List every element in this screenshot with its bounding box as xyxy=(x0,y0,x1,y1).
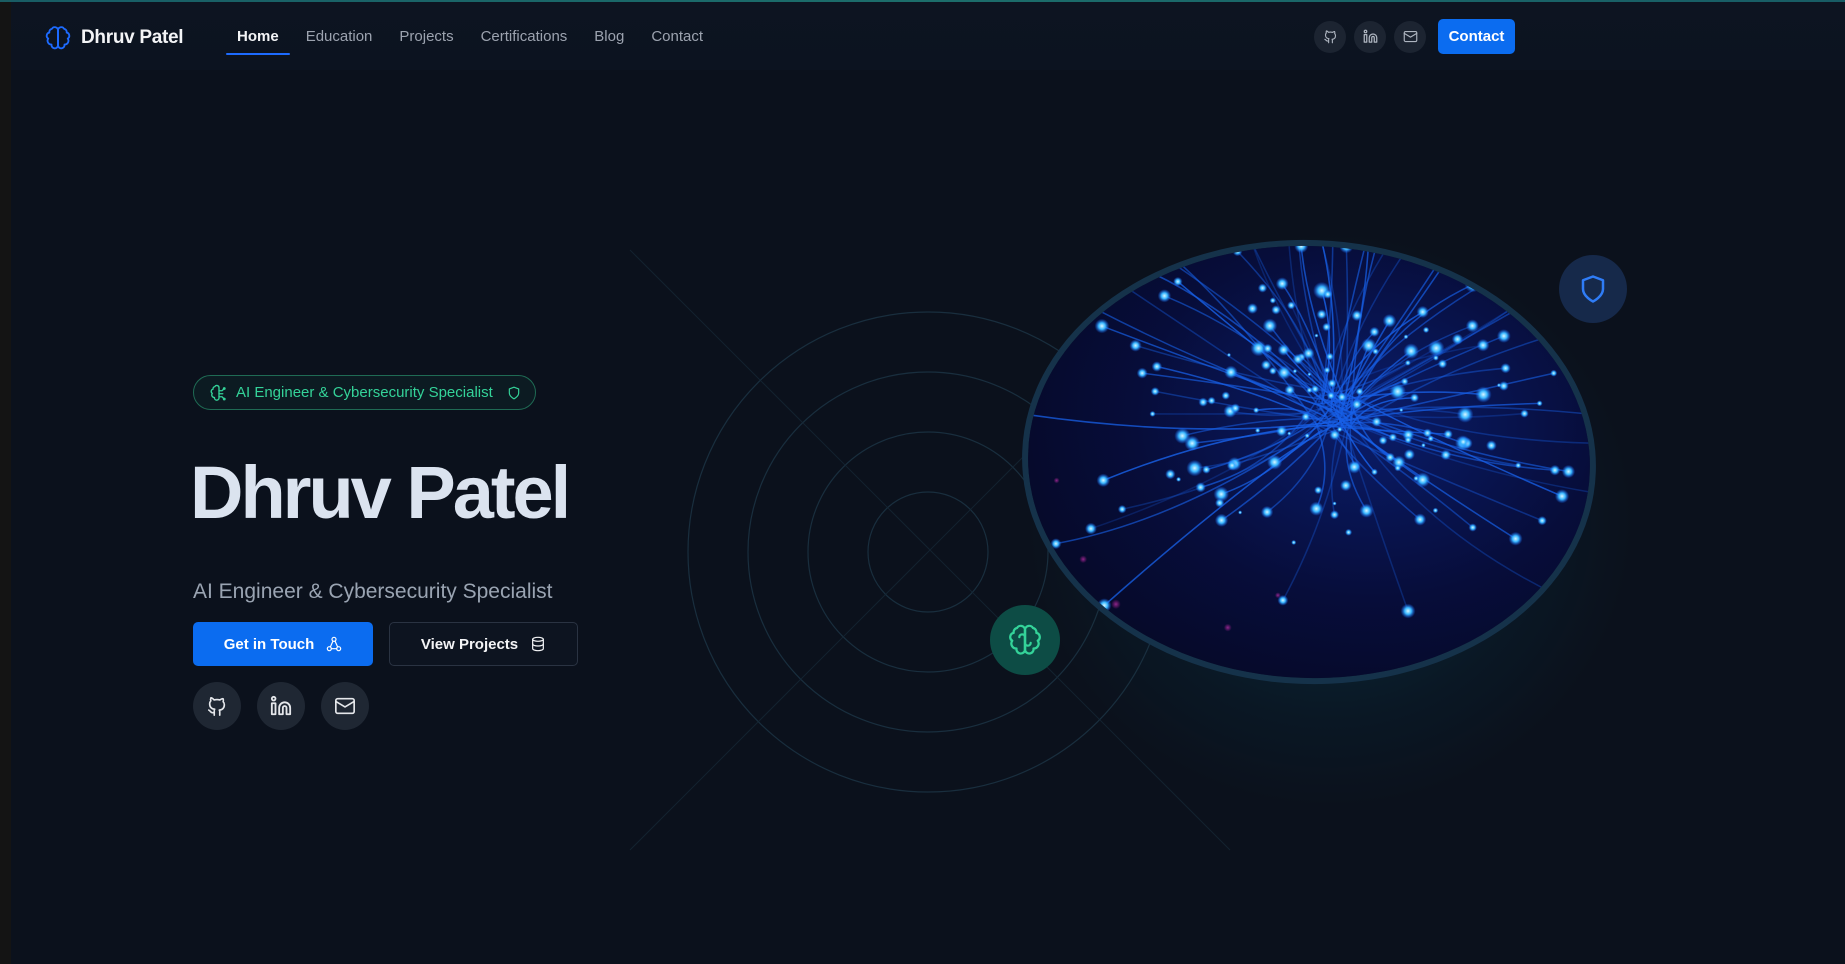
linkedin-icon xyxy=(270,695,292,716)
fiber-tip xyxy=(1534,244,1550,259)
nav-mail-button[interactable] xyxy=(1394,20,1426,53)
fiber-tip xyxy=(1061,242,1073,254)
network-icon xyxy=(326,636,342,652)
navbar: Dhruv Patel Home Education Projects Cert… xyxy=(11,2,1845,70)
nav-actions: Contact xyxy=(1314,19,1515,54)
nav-github-button[interactable] xyxy=(1314,20,1346,53)
shield-icon xyxy=(507,386,521,400)
hero-github-button[interactable] xyxy=(193,682,241,730)
linkedin-icon xyxy=(1363,29,1377,43)
page: Dhruv Patel Home Education Projects Cert… xyxy=(0,0,1845,964)
mail-icon xyxy=(1403,30,1417,43)
nav-link-home[interactable]: Home xyxy=(226,24,290,55)
database-icon xyxy=(530,636,546,652)
view-projects-button[interactable]: View Projects xyxy=(389,622,578,666)
fiber-tip xyxy=(1556,592,1567,603)
nav-links: Home Education Projects Certifications B… xyxy=(226,24,719,55)
hero-image xyxy=(1014,230,1604,694)
hero-subtitle: AI Engineer & Cybersecurity Specialist xyxy=(193,580,553,603)
fiber-optics-image xyxy=(1020,236,1598,688)
nav-link-certifications[interactable]: Certifications xyxy=(470,24,579,55)
fiber-tip xyxy=(1244,236,1258,247)
nav-link-contact[interactable]: Contact xyxy=(640,24,714,55)
role-badge: AI Engineer & Cybersecurity Specialist xyxy=(193,375,536,410)
nav-linkedin-button[interactable] xyxy=(1354,20,1386,53)
brain-icon xyxy=(45,25,71,51)
contact-button[interactable]: Contact xyxy=(1438,19,1515,54)
hero-title: Dhruv Patel xyxy=(190,451,571,534)
brand-logo[interactable]: Dhruv Patel xyxy=(45,23,184,53)
shield-badge xyxy=(1559,255,1627,323)
brain-circuit-icon xyxy=(210,384,228,402)
brain-icon xyxy=(1009,624,1041,655)
fiber-tip xyxy=(1363,238,1374,250)
github-icon xyxy=(1323,30,1336,44)
fiber-tip xyxy=(1029,270,1044,285)
mail-icon xyxy=(335,697,355,715)
github-icon xyxy=(207,697,226,716)
role-badge-text: AI Engineer & Cybersecurity Specialist xyxy=(236,384,493,401)
hero-linkedin-button[interactable] xyxy=(257,682,305,730)
fiber-tip xyxy=(1537,292,1544,299)
window-edge xyxy=(0,0,11,964)
fiber-tip xyxy=(1569,323,1580,334)
brain-badge xyxy=(990,605,1060,675)
hero-mail-button[interactable] xyxy=(321,682,369,730)
get-in-touch-button[interactable]: Get in Touch xyxy=(193,622,373,666)
nav-link-blog[interactable]: Blog xyxy=(583,24,635,55)
hero-socials xyxy=(193,682,369,730)
get-in-touch-label: Get in Touch xyxy=(223,635,315,653)
shield-icon xyxy=(1581,275,1605,303)
view-projects-label: View Projects xyxy=(420,635,519,653)
nav-link-projects[interactable]: Projects xyxy=(388,24,464,55)
fiber-tip xyxy=(1596,489,1598,499)
nav-link-education[interactable]: Education xyxy=(295,24,384,55)
brand-name: Dhruv Patel xyxy=(81,27,184,48)
